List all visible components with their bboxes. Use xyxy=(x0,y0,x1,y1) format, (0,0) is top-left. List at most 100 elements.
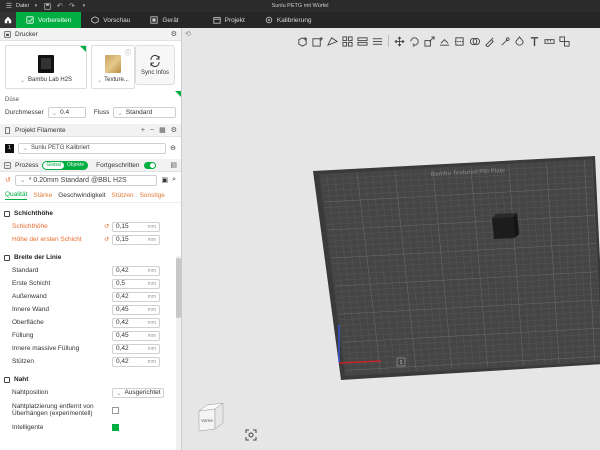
setting-row: Außenwand 0,42 mm xyxy=(0,290,175,303)
setting-input[interactable]: 0,42 mm xyxy=(112,343,160,354)
home-button[interactable] xyxy=(0,12,16,28)
setting-input[interactable]: 0,42 mm xyxy=(112,265,160,276)
setting-label: Oberfläche xyxy=(12,319,44,326)
smart-checkbox[interactable] xyxy=(112,424,119,431)
printer-image xyxy=(38,55,54,73)
remove-icon[interactable]: − xyxy=(150,127,154,134)
advanced-switch[interactable] xyxy=(143,161,156,169)
tab-label: Projekt xyxy=(224,16,245,24)
tab-calibration[interactable]: Kalibrierung xyxy=(255,12,322,28)
3d-viewport[interactable]: ⟲ Bambu Textured PEI Plate 1 Vorne xyxy=(183,28,600,450)
gear-icon[interactable]: ⚙ xyxy=(171,126,177,134)
setting-row-seam-position: Nahtposition ⌄ Ausgerichtet xyxy=(0,386,175,399)
sync-info-button[interactable]: Sync Infos xyxy=(135,45,175,85)
setting-input[interactable]: 0,45 mm xyxy=(112,330,160,341)
plate-image xyxy=(105,55,121,73)
calibration-icon xyxy=(265,16,273,24)
tab-label: Gerät xyxy=(162,16,179,24)
setting-row: Erste Schicht 0,5 mm xyxy=(0,277,175,290)
reset-icon[interactable]: ↺ xyxy=(5,176,11,184)
seam-position-select[interactable]: ⌄ Ausgerichtet xyxy=(112,387,164,398)
setting-input[interactable]: 0,45 mm xyxy=(112,304,160,315)
plate-name: Texture... xyxy=(104,77,129,83)
gear-icon[interactable]: ⚙ xyxy=(171,30,177,38)
app-menu-icon[interactable]: ☰ xyxy=(4,1,14,11)
save-icon[interactable]: ▣ xyxy=(161,176,168,184)
tab-device[interactable]: Gerät xyxy=(140,12,188,28)
more-icon[interactable]: ⊖ xyxy=(170,144,176,152)
sync-label: Sync Infos xyxy=(140,69,169,76)
zoom-fit-icon[interactable] xyxy=(245,429,257,441)
info-icon[interactable]: ⓘ xyxy=(125,48,131,57)
reset-icon[interactable]: ↺ xyxy=(104,223,112,230)
tab-label: Vorbereiten xyxy=(38,16,72,24)
tab-project[interactable]: Projekt xyxy=(203,12,255,28)
diameter-label: Durchmesser xyxy=(5,109,44,116)
subtab-other[interactable]: Sonstige xyxy=(140,192,165,199)
filament-grid-icon[interactable]: ▤ xyxy=(170,161,177,169)
settings-scrollbar[interactable] xyxy=(176,256,181,450)
setting-label: Füllung xyxy=(12,332,34,339)
redo-icon[interactable]: ↷ xyxy=(67,1,77,11)
reset-icon[interactable]: ↺ xyxy=(104,236,112,243)
setting-row-seam-overhang: Nahtplatzierung entfernt von Überhängen … xyxy=(0,399,175,421)
setting-input[interactable]: 0,5 mm xyxy=(112,278,160,289)
chevron-down-icon[interactable]: ▾ xyxy=(31,1,41,11)
process-subtabs: Qualität Stärke Geschwindigkeit Stützen … xyxy=(0,188,181,203)
tab-preview[interactable]: Vorschau xyxy=(81,12,140,28)
scrollbar-thumb[interactable] xyxy=(176,258,181,318)
filament-number: 1 xyxy=(5,143,14,153)
build-plate-scene[interactable]: Bambu Textured PEI Plate 1 xyxy=(183,28,600,450)
setting-input[interactable]: 0,42 mm xyxy=(112,356,160,367)
setting-row: Füllung 0,45 mm xyxy=(0,329,175,342)
global-object-toggle[interactable]: Global Objekte xyxy=(42,160,89,170)
setting-label: Nahtposition xyxy=(12,389,49,396)
setting-label: Nahtplatzierung entfernt von Überhängen … xyxy=(12,402,94,418)
plate-number: 1 xyxy=(399,360,402,366)
navigation-cube[interactable]: Vorne xyxy=(195,401,227,433)
cube-object[interactable] xyxy=(492,217,515,239)
filament-grid-icon[interactable]: ▦ xyxy=(159,126,166,134)
setting-input[interactable]: 0,42 mm xyxy=(112,291,160,302)
process-icon xyxy=(4,161,11,169)
filament-section-header: Projekt Filamente + − ▦ ⚙ xyxy=(0,124,181,137)
printer-cards: ⌄ Bambu Lab H2S ⓘ ⌄ Texture... Sync Infos xyxy=(0,41,181,91)
process-preset-row: ↺ ⌄ * 0.20mm Standard @BBL H2S ▣ ⌕ xyxy=(0,172,181,188)
subtab-speed[interactable]: Geschwindigkeit xyxy=(58,192,105,199)
setting-label: Schichthöhe xyxy=(12,223,48,230)
flow-select[interactable]: ⌄ Standard xyxy=(113,107,176,118)
subtab-quality[interactable]: Qualität xyxy=(5,191,28,200)
filament-icon xyxy=(5,126,10,134)
subtab-support[interactable]: Stützen xyxy=(112,192,134,199)
printer-card[interactable]: ⌄ Bambu Lab H2S xyxy=(5,45,87,89)
setting-label: Außenwand xyxy=(12,293,47,300)
search-icon[interactable]: ⌕ xyxy=(172,176,176,184)
navcube-front-label: Vorne xyxy=(201,418,213,423)
process-preset-select[interactable]: ⌄ * 0.20mm Standard @BBL H2S xyxy=(14,174,158,186)
preview-icon xyxy=(91,16,99,24)
sync-icon xyxy=(150,54,160,67)
filament-row[interactable]: 1 ⌄ Sunlu PETG Kalibriert ⊖ xyxy=(0,140,181,156)
plate-card[interactable]: ⓘ ⌄ Texture... xyxy=(91,45,135,89)
chevron-down-icon[interactable]: ▾ xyxy=(79,1,89,11)
setting-input[interactable]: 0,15 mm xyxy=(112,234,160,245)
seam-icon xyxy=(4,376,10,383)
tab-prepare[interactable]: Vorbereiten xyxy=(16,12,82,28)
setting-label: Stützen xyxy=(12,358,35,365)
file-menu[interactable]: Datei xyxy=(16,3,29,9)
save-icon[interactable] xyxy=(43,1,53,11)
add-icon[interactable]: + xyxy=(141,127,145,134)
section-title: Drucker xyxy=(15,30,38,38)
diameter-select[interactable]: ⌄ 0.4 xyxy=(47,107,86,118)
tab-label: Kalibrierung xyxy=(276,16,312,24)
setting-row: Innere massive Füllung 0,42 mm xyxy=(0,342,175,355)
seam-overhang-checkbox[interactable] xyxy=(112,406,119,414)
setting-label: Innere massive Füllung xyxy=(12,345,80,352)
setting-row: Stützen 0,42 mm xyxy=(0,355,175,368)
subtab-strength[interactable]: Stärke xyxy=(33,192,52,199)
filament-select[interactable]: ⌄ Sunlu PETG Kalibriert xyxy=(18,142,167,154)
setting-input[interactable]: 0,42 mm xyxy=(112,317,160,328)
setting-label: Standard xyxy=(12,267,39,274)
setting-input[interactable]: 0,15 mm xyxy=(112,221,160,232)
undo-icon[interactable]: ↶ xyxy=(55,1,65,11)
